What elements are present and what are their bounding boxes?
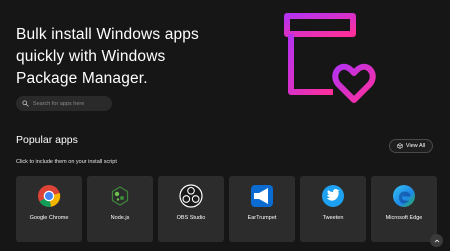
eartrumpet-icon [251,185,273,207]
app-card-label: Google Chrome [29,215,69,221]
search-icon [22,100,29,107]
app-card-label: Tweeten [322,215,344,221]
popular-apps-title: Popular apps [16,134,78,146]
app-card-label: EarTrumpet [247,215,277,221]
app-card-label: OBS Studio [176,215,206,221]
box-heart-icon [284,13,376,103]
app-card-label: Node.js [110,215,130,221]
search-input[interactable] [28,100,112,107]
view-all-button[interactable]: View All [389,139,433,153]
hero-title: Bulk install Windows apps quickly with W… [16,26,199,87]
app-card-microsoft-edge[interactable]: Microsoft Edge [371,176,437,242]
app-card-list: Google Chrome Node.js OBS Studio EarTrum… [16,176,437,242]
app-card-tweeten[interactable]: Tweeten [300,176,366,242]
nodejs-icon [111,186,129,206]
view-all-label: View All [405,143,426,149]
app-card-obs-studio[interactable]: OBS Studio [158,176,224,242]
tweeten-icon [322,185,344,207]
chrome-icon [38,185,61,207]
package-icon [397,143,403,149]
chevron-up-icon [434,239,439,242]
app-card-nodejs[interactable]: Node.js [87,176,153,242]
edge-icon [393,185,415,207]
scroll-to-top-button[interactable] [430,234,443,247]
app-card-label: Microsoft Edge [385,215,423,221]
search-box[interactable] [16,96,112,111]
obs-studio-icon [179,184,203,208]
app-card-google-chrome[interactable]: Google Chrome [16,176,82,242]
popular-apps-subtitle: Click to include them on your install sc… [16,159,117,165]
app-card-eartrumpet[interactable]: EarTrumpet [229,176,295,242]
